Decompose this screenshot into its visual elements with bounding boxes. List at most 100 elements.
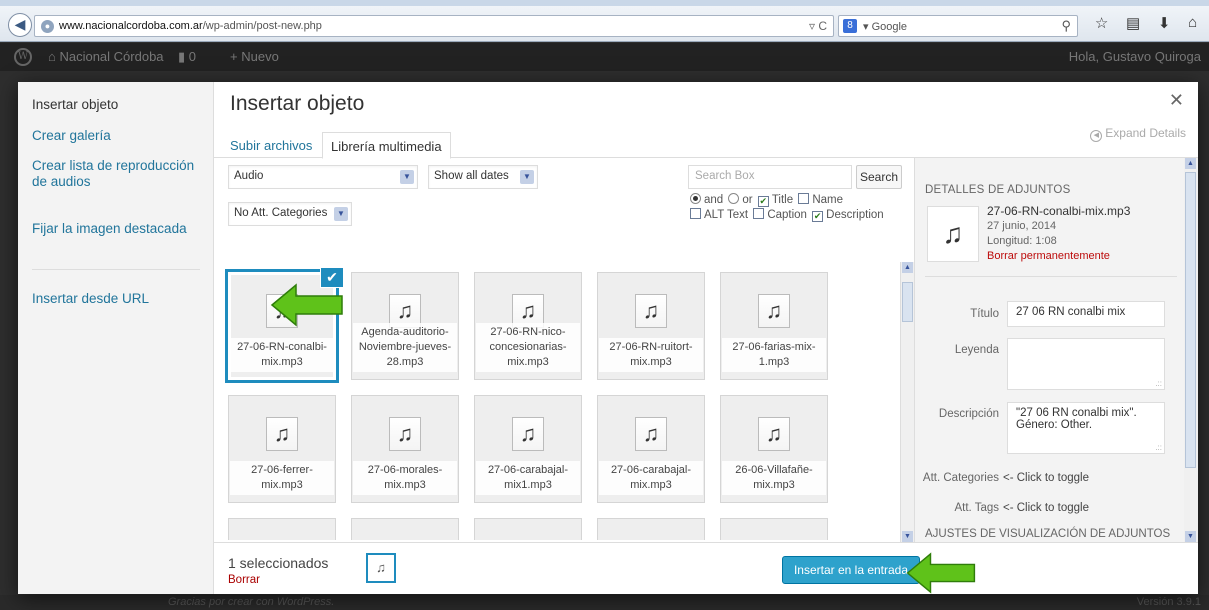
site-name-link[interactable]: ⌂ Nacional Córdoba	[48, 49, 164, 64]
attachment-filename: 26-06-Villafañe-mix.mp3	[722, 461, 826, 495]
audio-file-icon: ♫	[758, 417, 790, 451]
menu-separator	[32, 269, 200, 270]
media-search-input[interactable]: Search Box	[688, 165, 852, 189]
description-checkbox[interactable]: ✔	[812, 211, 824, 222]
attachment-item[interactable]	[474, 518, 582, 540]
att-categories-label: Att. Categories	[922, 472, 999, 484]
attachment-item[interactable]: ♫ 27-06-morales-mix.mp3	[351, 395, 459, 503]
reload-icon[interactable]: ▿ C	[809, 19, 827, 33]
media-modal: Insertar objeto Crear galería Crear list…	[18, 82, 1198, 594]
clear-selection-link[interactable]: Borrar	[228, 574, 260, 586]
audio-file-icon: ♫	[389, 417, 421, 451]
caption-textarea[interactable]: .::	[1007, 338, 1165, 390]
name-checkbox[interactable]	[798, 193, 810, 204]
attachment-item[interactable]: ♫ Agenda-auditorio-Noviembre-jueves-28.m…	[351, 272, 459, 380]
search-button[interactable]: Search	[856, 165, 902, 189]
selection-count: 1 seleccionados	[228, 555, 329, 571]
attachment-filename: 27-06-farias-mix-1.mp3	[722, 338, 826, 372]
wordpress-logo-icon[interactable]: W	[14, 48, 32, 66]
alt-text-label: ALT Text	[704, 209, 749, 221]
media-menu: Insertar objeto Crear galería Crear list…	[18, 82, 214, 594]
attachment-item[interactable]	[228, 518, 336, 540]
attachment-item[interactable]	[720, 518, 828, 540]
menu-item-create-playlist[interactable]: Crear lista de reproducción de audios	[32, 158, 202, 190]
attachment-filename: 27-06-RN-conalbi-mix.mp3	[230, 338, 334, 372]
attachment-item[interactable]: ♫ 27-06-RN-nico-concesionarias-mix.mp3	[474, 272, 582, 380]
name-option-label: Name	[812, 194, 844, 206]
description-textarea[interactable]: "27 06 RN conalbi mix". Género: Other..:…	[1007, 402, 1165, 454]
title-field[interactable]: 27 06 RN conalbi mix	[1007, 301, 1165, 327]
scroll-down-icon[interactable]: ▼	[1185, 531, 1196, 542]
expand-arrow-icon: ◀	[1090, 130, 1103, 142]
attachment-item[interactable]: ♫ 26-06-Villafañe-mix.mp3	[720, 395, 828, 503]
caption-checkbox[interactable]	[753, 208, 765, 219]
home-icon[interactable]: ⌂	[1188, 14, 1197, 38]
attachment-item[interactable]: ♫ 27-06-carabajal-mix1.mp3	[474, 395, 582, 503]
and-label: and	[704, 194, 724, 206]
scroll-down-icon[interactable]: ▼	[902, 531, 913, 542]
bookmark-star-icon[interactable]: ☆	[1095, 14, 1108, 38]
attachment-filename: 27-06-carabajal-mix1.mp3	[476, 461, 580, 495]
attachment-item[interactable]	[351, 518, 459, 540]
attachment-details-sidebar: DETALLES DE ADJUNTOS ♫ 27-06-RN-conalbi-…	[914, 158, 1198, 542]
attachment-item[interactable]: ♫ 27-06-carabajal-mix.mp3	[597, 395, 705, 503]
type-filter-select[interactable]: Audio ▼	[228, 165, 418, 189]
menu-item-featured-image[interactable]: Fijar la imagen destacada	[32, 221, 202, 237]
categories-toggle[interactable]: <- Click to toggle	[1003, 472, 1089, 484]
scroll-up-icon[interactable]: ▲	[1185, 158, 1196, 169]
browser-nav-icons: ☆ ▤ ⬇ ⌂	[1086, 14, 1206, 38]
menu-item-create-gallery[interactable]: Crear galería	[32, 128, 202, 144]
media-toolbar: 1 seleccionados Borrar ♫ Insertar en la …	[214, 542, 1198, 594]
expand-details-link[interactable]: ◀ Expand Details	[1090, 126, 1186, 142]
url-bar[interactable]: ● www.nacionalcordoba.com.ar/wp-admin/po…	[34, 15, 834, 37]
comments-link[interactable]: ▮ 0	[178, 49, 196, 65]
date-filter-select[interactable]: Show all dates ▼	[428, 165, 538, 189]
or-radio[interactable]	[728, 193, 740, 204]
category-filter-select[interactable]: No Att. Categories ▼	[228, 202, 352, 226]
user-greeting[interactable]: Hola, Gustavo Quiroga	[1069, 49, 1201, 64]
audio-file-icon: ♫	[512, 417, 544, 451]
bookmarks-list-icon[interactable]: ▤	[1126, 14, 1140, 38]
delete-permanently-link[interactable]: Borrar permanentemente	[987, 249, 1187, 264]
tags-toggle[interactable]: <- Click to toggle	[1003, 502, 1089, 514]
wp-admin-bar: W ⌂ Nacional Córdoba ▮ 0 + Nuevo Hola, G…	[0, 43, 1209, 71]
magnifier-icon[interactable]: ⚲	[1061, 18, 1071, 34]
close-icon[interactable]: ✕	[1169, 90, 1184, 111]
scrollbar-thumb[interactable]	[1185, 172, 1196, 468]
resize-grip-icon[interactable]: .::	[1155, 443, 1162, 452]
search-options: and or ✔ Title Name ALT Text Caption ✔ Des…	[688, 193, 928, 223]
details-filename: 27-06-RN-conalbi-mix.mp3	[987, 204, 1131, 218]
or-label: or	[742, 194, 753, 206]
browser-toolbar: ◀ ● www.nacionalcordoba.com.ar/wp-admin/…	[0, 0, 1209, 42]
alt-text-checkbox[interactable]	[690, 208, 701, 219]
download-icon[interactable]: ⬇	[1158, 14, 1171, 38]
and-radio[interactable]	[690, 193, 701, 204]
tab-upload-files[interactable]: Subir archivos	[222, 132, 320, 159]
new-content-link[interactable]: + Nuevo	[230, 49, 279, 64]
attachment-item[interactable]	[597, 518, 705, 540]
selected-audio-thumb-icon[interactable]: ♫	[366, 553, 396, 583]
menu-item-insert-media[interactable]: Insertar objeto	[32, 97, 202, 113]
green-arrow-annotation-icon	[270, 283, 343, 327]
attachment-filename: 27-06-morales-mix.mp3	[353, 461, 457, 495]
insert-into-post-button[interactable]: Insertar en la entrada	[782, 556, 920, 584]
audio-file-icon: ♫	[635, 417, 667, 451]
sidebar-scrollbar[interactable]: ▲ ▼	[1184, 158, 1198, 542]
browser-search-field[interactable]: 8 ▾ Google ⚲	[838, 15, 1078, 37]
chevron-down-icon: ▼	[334, 207, 348, 221]
scroll-up-icon[interactable]: ▲	[902, 262, 913, 273]
attachment-item[interactable]: ♫ 27-06-RN-ruitort-mix.mp3	[597, 272, 705, 380]
title-checkbox[interactable]: ✔	[757, 196, 769, 207]
attachment-filename: 27-06-RN-ruitort-mix.mp3	[599, 338, 703, 372]
tab-media-library[interactable]: Librería multimedia	[322, 132, 451, 159]
resize-grip-icon[interactable]: .::	[1155, 379, 1162, 388]
back-arrow-icon[interactable]: ◀	[8, 13, 32, 37]
chevron-down-icon: ▼	[400, 170, 414, 184]
grid-scrollbar[interactable]: ▲ ▼	[900, 262, 914, 542]
wp-footer: Gracias por crear con WordPress. Versión…	[0, 595, 1209, 610]
menu-item-insert-from-url[interactable]: Insertar desde URL	[32, 291, 202, 307]
attachment-item[interactable]: ♫ 27-06-ferrer-mix.mp3	[228, 395, 336, 503]
url-text: www.nacionalcordoba.com.ar/wp-admin/post…	[59, 20, 322, 32]
scrollbar-thumb[interactable]	[902, 282, 913, 322]
attachment-item[interactable]: ♫ 27-06-farias-mix-1.mp3	[720, 272, 828, 380]
